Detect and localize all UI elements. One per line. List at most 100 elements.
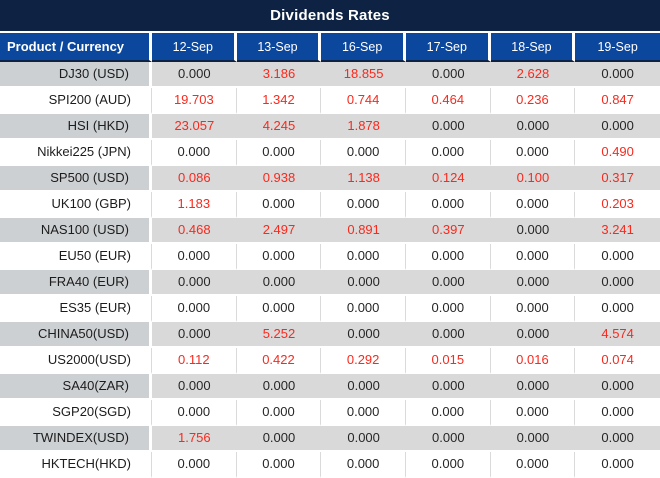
dividend-value-cell: 0.847 — [575, 88, 660, 114]
dividends-rates-panel: Dividends Rates Product / Currency 12-Se… — [0, 0, 660, 478]
dividend-value-cell: 0.490 — [575, 140, 660, 166]
dividends-table-body: DJ30 (USD) 0.000 3.18618.855 0.000 2.628 0.00… — [0, 62, 660, 478]
dividend-value-cell: 0.000 — [406, 192, 491, 218]
product-cell: EU50 (EUR) — [0, 244, 152, 270]
dividend-value-cell: 0.464 — [406, 88, 491, 114]
dividend-value-cell: 0.000 — [575, 270, 660, 296]
table-row: ES35 (EUR)0.0000.0000.0000.0000.0000.000 — [0, 296, 660, 322]
dividend-value-cell: 0.000 — [491, 192, 576, 218]
dividend-value-cell: 1.878 — [321, 114, 406, 140]
dividend-value-cell: 0.000 — [491, 426, 576, 452]
product-cell: FRA40 (EUR) — [0, 270, 152, 296]
dividend-value-cell: 0.203 — [575, 192, 660, 218]
dividend-value-cell: 0.000 — [152, 400, 237, 426]
dividend-value-cell: 0.891 — [321, 218, 406, 244]
table-row: SA40(ZAR)0.0000.0000.0000.0000.0000.000 — [0, 374, 660, 400]
dividend-value-cell: 0.000 — [152, 270, 237, 296]
dividend-value-cell: 0.000 — [321, 426, 406, 452]
dividend-value-cell: 2.628 — [491, 62, 576, 88]
dividend-value-cell: 0.000 — [491, 140, 576, 166]
dividend-value-cell: 0.000 — [321, 244, 406, 270]
dividend-value-cell: 4.574 — [575, 322, 660, 348]
dividend-value-cell: 18.855 — [321, 62, 406, 88]
dividend-value-cell: 0.000 — [406, 374, 491, 400]
table-row: Nikkei225 (JPN)0.0000.0000.0000.0000.000… — [0, 140, 660, 166]
dividend-value-cell: 0.397 — [406, 218, 491, 244]
table-row: EU50 (EUR)0.0000.0000.0000.0000.0000.000 — [0, 244, 660, 270]
product-cell: DJ30 (USD) — [0, 62, 152, 88]
dividend-value-cell: 0.000 — [491, 244, 576, 270]
dividend-value-cell: 0.000 — [152, 374, 237, 400]
dividend-value-cell: 0.292 — [321, 348, 406, 374]
dividend-value-cell: 0.236 — [491, 88, 576, 114]
dividend-value-cell: 0.000 — [321, 192, 406, 218]
dividend-value-cell: 0.086 — [152, 166, 237, 192]
dividend-value-cell: 3.241 — [575, 218, 660, 244]
table-row: TWINDEX(USD)1.7560.0000.0000.0000.0000.0… — [0, 426, 660, 452]
dividend-value-cell: 0.000 — [321, 400, 406, 426]
column-header-date-3: 16-Sep — [321, 31, 406, 62]
dividend-value-cell: 0.000 — [321, 374, 406, 400]
dividend-value-cell: 0.000 — [237, 452, 322, 478]
dividend-value-cell: 0.468 — [152, 218, 237, 244]
dividend-value-cell: 1.138 — [321, 166, 406, 192]
dividend-value-cell: 0.000 — [491, 400, 576, 426]
table-row: FRA40 (EUR)0.0000.0000.0000.0000.0000.00… — [0, 270, 660, 296]
dividend-value-cell: 0.000 — [321, 140, 406, 166]
product-cell: TWINDEX(USD) — [0, 426, 152, 452]
product-cell: UK100 (GBP) — [0, 192, 152, 218]
dividend-value-cell: 0.000 — [575, 426, 660, 452]
dividend-value-cell: 0.100 — [491, 166, 576, 192]
dividend-value-cell: 5.252 — [237, 322, 322, 348]
dividend-value-cell: 0.000 — [152, 296, 237, 322]
dividend-value-cell: 0.000 — [152, 140, 237, 166]
dividend-value-cell: 0.000 — [575, 296, 660, 322]
column-header-date-5: 18-Sep — [491, 31, 576, 62]
table-row: CHINA50(USD)0.0005.2520.0000.0000.0004.5… — [0, 322, 660, 348]
dividend-value-cell: 0.016 — [491, 348, 576, 374]
dividend-value-cell: 0.000 — [237, 296, 322, 322]
column-header-product: Product / Currency — [0, 31, 152, 62]
dividend-value-cell: 0.000 — [152, 452, 237, 478]
title-bar: Dividends Rates — [0, 0, 660, 31]
dividend-value-cell: 0.000 — [406, 270, 491, 296]
dividend-value-cell: 0.000 — [406, 114, 491, 140]
product-cell: SPI200 (AUD) — [0, 88, 152, 114]
dividend-value-cell: 1.342 — [237, 88, 322, 114]
dividend-value-cell: 23.057 — [152, 114, 237, 140]
product-cell: US2000(USD) — [0, 348, 152, 374]
dividend-value-cell: 0.000 — [575, 62, 660, 88]
dividend-value-cell: 0.015 — [406, 348, 491, 374]
dividend-value-cell: 0.000 — [406, 296, 491, 322]
dividend-value-cell: 4.245 — [237, 114, 322, 140]
dividend-value-cell: 0.000 — [575, 452, 660, 478]
dividend-value-cell: 0.000 — [491, 114, 576, 140]
dividend-value-cell: 0.000 — [491, 374, 576, 400]
dividend-value-cell: 1.756 — [152, 426, 237, 452]
dividend-value-cell: 0.000 — [152, 62, 237, 88]
dividend-value-cell: 0.000 — [237, 270, 322, 296]
dividend-value-cell: 0.000 — [491, 322, 576, 348]
page-title: Dividends Rates — [270, 7, 390, 24]
dividend-value-cell: 0.000 — [321, 322, 406, 348]
dividend-value-cell: 3.186 — [237, 62, 322, 88]
column-header-date-4: 17-Sep — [406, 31, 491, 62]
column-header-date-6: 19-Sep — [575, 31, 660, 62]
dividend-value-cell: 2.497 — [237, 218, 322, 244]
dividend-value-cell: 0.000 — [406, 62, 491, 88]
dividends-table: Product / Currency 12-Sep 13-Sep 16-Sep … — [0, 31, 660, 478]
table-row: US2000(USD)0.1120.4220.2920.0150.0160.07… — [0, 348, 660, 374]
dividend-value-cell: 0.000 — [237, 374, 322, 400]
product-cell: SP500 (USD) — [0, 166, 152, 192]
dividend-value-cell: 0.000 — [152, 322, 237, 348]
product-cell: SA40(ZAR) — [0, 374, 152, 400]
dividend-value-cell: 0.000 — [237, 140, 322, 166]
dividend-value-cell: 0.000 — [406, 426, 491, 452]
table-row: SPI200 (AUD)19.7031.3420.7440.4640.2360.… — [0, 88, 660, 114]
dividend-value-cell: 0.000 — [406, 400, 491, 426]
dividend-value-cell: 0.000 — [575, 114, 660, 140]
dividend-value-cell: 0.074 — [575, 348, 660, 374]
dividend-value-cell: 0.124 — [406, 166, 491, 192]
dividend-value-cell: 0.000 — [406, 244, 491, 270]
dividend-value-cell: 0.000 — [237, 426, 322, 452]
